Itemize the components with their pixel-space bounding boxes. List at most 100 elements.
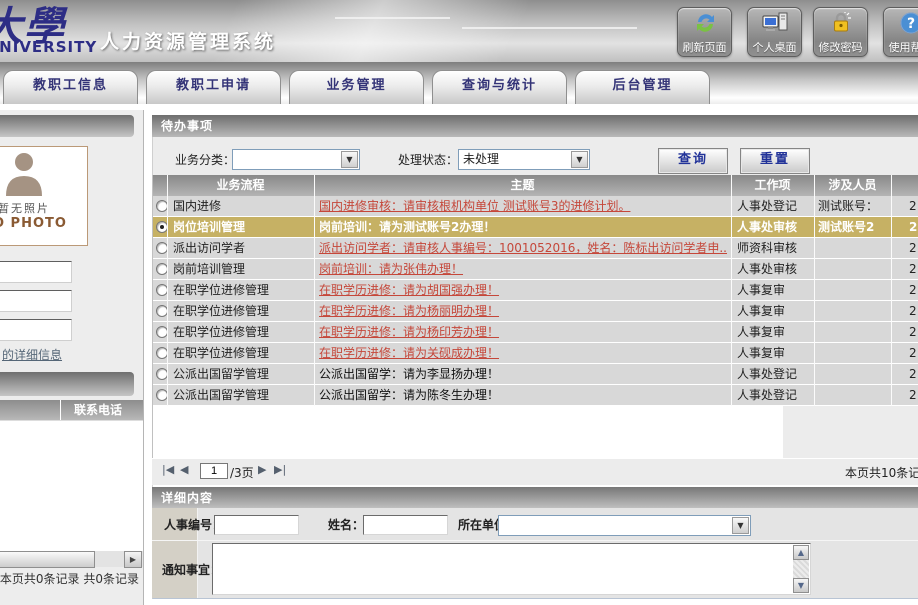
cell-process: 在职学位进修管理 [173,280,311,300]
cell-person [818,322,888,342]
notice-textarea[interactable]: ▲ ▼ [212,543,811,595]
lock-icon [814,8,867,39]
column-divider [891,175,892,406]
help-icon: ? [884,8,918,39]
sidebar-field-2[interactable] [0,290,72,312]
prev-page-icon[interactable]: ◀ [180,463,188,476]
pagination-bar: |◀ ◀ /3页 ▶ ▶| 本页共10条记录 [152,458,918,485]
help-button[interactable]: ? 使用帮助 [883,7,918,57]
table-header-row: 业务流程 主题 工作项 涉及人员 [153,175,918,196]
banner-deco-line [335,17,450,19]
change-password-button[interactable]: 修改密码 [813,7,868,57]
page-title: 人力资源管理系统 [100,27,276,54]
cell-process: 在职学位进修管理 [173,343,311,363]
category-select[interactable]: ▼ [232,149,360,170]
cell-process: 公派出国留学管理 [173,364,311,384]
next-page-icon[interactable]: ▶ [258,463,266,476]
university-logo-en: UNIVERSITY [0,38,97,56]
scrollbar-thumb[interactable] [0,551,95,568]
table-row[interactable]: 国内进修 国内进修审核：请审核根机构单位 测试账号3的进修计划。 人事处登记 测… [153,196,918,216]
column-divider [314,175,315,406]
cell-process: 公派出国留学管理 [173,385,311,405]
first-page-icon[interactable]: |◀ [162,463,174,476]
cell-process: 派出访问学者 [173,238,311,258]
status-filter-label: 处理状态： [398,150,458,171]
header-process: 业务流程 [167,175,314,196]
cell-subject-link[interactable]: 在职学历进修：请为胡国强办理！ [319,280,727,300]
chevron-down-icon[interactable]: ▼ [732,517,749,534]
scroll-down-icon[interactable]: ▼ [793,578,809,593]
cell-workitem: 师资科审核 [737,238,811,258]
contact-table-body [0,420,143,553]
page-number-input[interactable] [200,463,228,479]
cell-process: 在职学位进修管理 [173,301,311,321]
tab-staff-info[interactable]: 教职工信息 [3,70,138,104]
cell-date: 2 [909,322,918,342]
cell-date: 2 [909,385,918,405]
query-button[interactable]: 查询 [658,148,728,174]
person-silhouette-icon [2,150,46,196]
name-input[interactable] [363,515,448,535]
cell-date: 2 [909,196,918,216]
vertical-scrollbar[interactable]: ▲ ▼ [793,545,809,593]
personal-desktop-button[interactable]: 个人桌面 [747,7,802,57]
unit-select[interactable]: ▼ [498,515,751,536]
staff-id-input[interactable] [214,515,299,535]
reset-button[interactable]: 重置 [740,148,810,174]
left-sidebar: 暂无照片 NO PHOTO 的详细信息 联系电话 ▶ 本页共0条记录 共0条记录 [0,110,144,605]
table-row[interactable]: 在职学位进修管理 在职学历进修：请为杨印芳办理！ 人事复审 2 [153,322,918,342]
cell-subject-link[interactable]: 在职学历进修：请为关砚成办理！ [319,343,727,363]
page-record-count: 本页共10条记录 [845,464,918,481]
cell-subject-link[interactable]: 在职学历进修：请为杨印芳办理！ [319,322,727,342]
table-row-selected[interactable]: 岗位培训管理 岗前培训：请为测试账号2办理！ 人事处审核 测试账号2 2 [153,217,918,237]
cell-date: 2 [909,217,918,237]
sidebar-field-1[interactable] [0,261,72,283]
chevron-down-icon[interactable]: ▼ [571,151,588,168]
cell-workitem: 人事复审 [737,280,811,300]
chevron-down-icon[interactable]: ▼ [341,151,358,168]
table-row[interactable]: 岗前培训管理 岗前培训：请为张伟办理！ 人事处审核 2 [153,259,918,279]
cell-workitem: 人事处审核 [737,259,811,279]
detail-info-link[interactable]: 的详细信息 [2,346,62,363]
tab-query-stats[interactable]: 查询与统计 [432,70,567,104]
header-person: 涉及人员 [814,175,891,196]
svg-text:?: ? [906,16,914,32]
cell-subject-link[interactable]: 在职学历进修：请为杨丽明办理！ [319,301,727,321]
cell-process: 岗前培训管理 [173,259,311,279]
contact-phone-header: 联系电话 [60,400,136,420]
tab-staff-apply[interactable]: 教职工申请 [146,70,281,104]
table-row[interactable]: 在职学位进修管理 在职学历进修：请为关砚成办理！ 人事复审 2 [153,343,918,363]
refresh-page-button[interactable]: 刷新页面 [677,7,732,57]
horizontal-scrollbar[interactable]: ▶ [0,551,143,567]
banner-deco-line [462,27,637,29]
column-divider [731,175,732,406]
scroll-up-icon[interactable]: ▲ [793,545,809,560]
table-row[interactable]: 公派出国留学管理 公派出国留学：请为陈冬生办理！ 人事处登记 2 [153,385,918,405]
cell-person [818,238,888,258]
cell-subject-link[interactable]: 岗前培训：请为张伟办理！ [319,259,727,279]
tab-backend[interactable]: 后台管理 [575,70,710,104]
cell-person: 测试账号： [818,196,888,216]
table-row[interactable]: 在职学位进修管理 在职学历进修：请为杨丽明办理！ 人事复审 2 [153,301,918,321]
tab-business[interactable]: 业务管理 [289,70,424,104]
table-row[interactable]: 派出访问学者 派出访问学者：请审核人事编号：1001052016，姓名：陈标出访… [153,238,918,258]
sidebar-record-count: 本页共0条记录 共0条记录 [0,570,139,587]
cell-workitem: 人事复审 [737,343,811,363]
sidebar-field-3[interactable] [0,319,72,341]
column-divider [167,175,168,406]
table-row[interactable]: 公派出国留学管理 公派出国留学：请为李显扬办理！ 人事处登记 2 [153,364,918,384]
photo-placeholder: 暂无照片 NO PHOTO [0,146,88,246]
cell-subject-link[interactable]: 国内进修审核：请审核根机构单位 测试账号3的进修计划。 [319,196,727,216]
table-row[interactable]: 在职学位进修管理 在职学历进修：请为胡国强办理！ 人事复审 2 [153,280,918,300]
status-select[interactable]: 未处理 ▼ [458,149,590,170]
todo-table: 业务流程 主题 工作项 涉及人员 国内进修 国内进修审核：请审核根机构单位 测试… [152,175,918,406]
cell-process: 国内进修 [173,196,311,216]
main-tab-bar: 教职工信息 教职工申请 业务管理 查询与统计 后台管理 [0,62,918,104]
detail-row-divider [152,540,918,541]
scroll-right-arrow-icon[interactable]: ▶ [124,551,142,568]
last-page-icon[interactable]: ▶| [274,463,286,476]
cell-subject-link[interactable]: 岗前培训：请为测试账号2办理！ [319,217,727,237]
cell-workitem: 人事处审核 [737,217,811,237]
cell-subject-link[interactable]: 派出访问学者：请审核人事编号：1001052016，姓名：陈标出访问学者申... [319,238,727,258]
cell-person: 测试账号2 [818,217,888,237]
